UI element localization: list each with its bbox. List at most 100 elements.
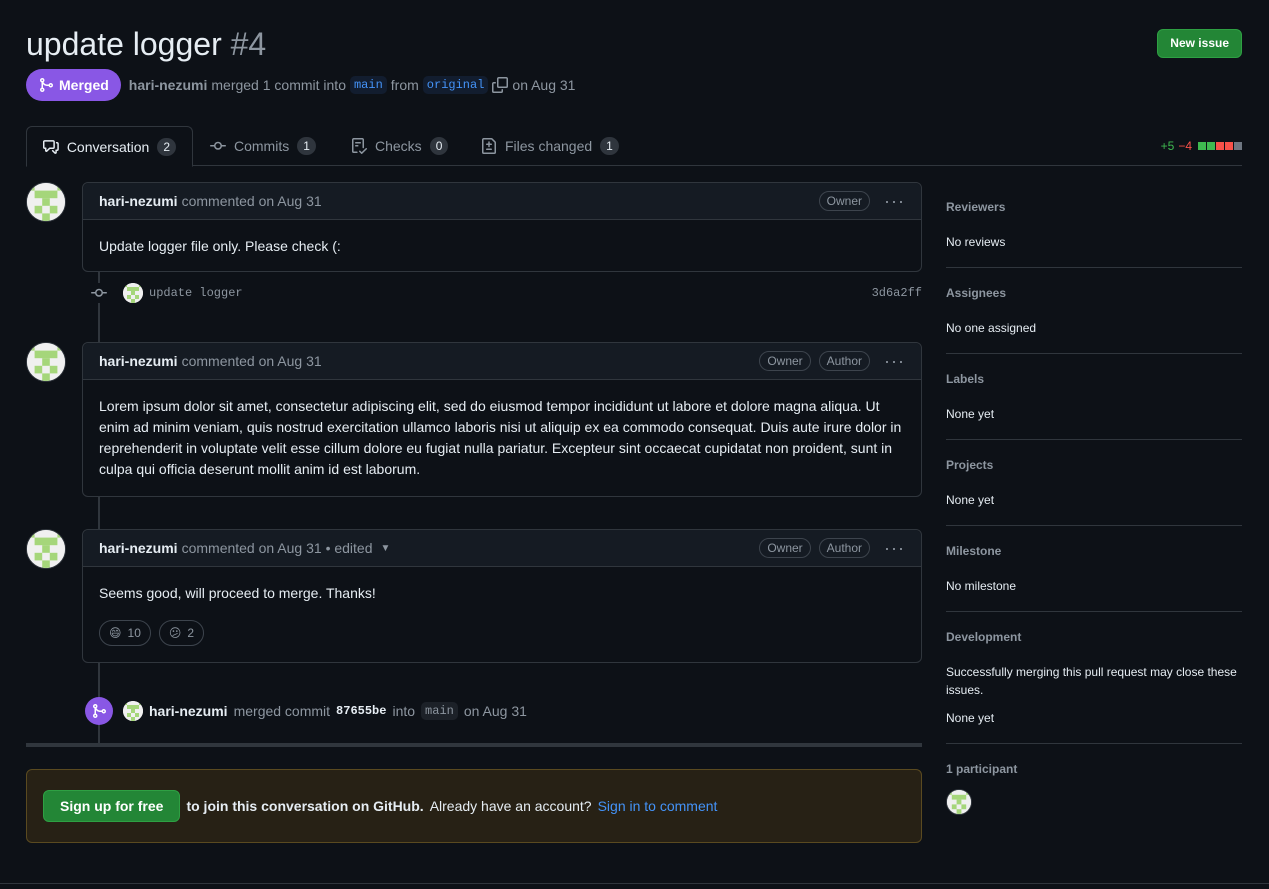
merge-summary: hari-nezumi merged 1 commit into main fr… <box>129 76 576 94</box>
new-issue-button[interactable]: New issue <box>1157 29 1242 58</box>
avatar[interactable] <box>123 283 143 303</box>
sidebar-participants: 1 participant <box>946 744 1242 831</box>
diffstat-blocks <box>1198 142 1242 150</box>
git-merge-icon <box>85 697 113 725</box>
copy-icon[interactable] <box>492 77 509 93</box>
sidebar-value: None yet <box>946 407 995 421</box>
sign-up-button[interactable]: Sign up for free <box>43 790 181 822</box>
merge-sha[interactable]: 87655be <box>336 704 386 718</box>
sidebar-title[interactable]: Labels <box>946 372 1242 387</box>
commit-message[interactable]: update logger <box>149 286 243 300</box>
diffstat-block <box>1207 142 1215 150</box>
tab-files-changed[interactable]: Files changed 1 <box>465 126 635 166</box>
additions-count: +5 <box>1160 139 1175 153</box>
head-branch[interactable]: original <box>422 76 489 94</box>
kebab-menu-icon[interactable]: ··· <box>884 539 905 557</box>
sidebar-projects: Projects None yet <box>946 440 1242 526</box>
merge-into-text: into <box>392 703 416 719</box>
diffstat: +5 −4 <box>1161 139 1242 153</box>
comment-author[interactable]: hari-nezumi <box>99 353 178 369</box>
file-diff-icon <box>482 138 496 154</box>
tab-label: Files changed <box>505 138 593 154</box>
reactions: 😄 10 😕 2 <box>83 620 921 662</box>
identicon-icon <box>123 701 143 721</box>
sidebar-assignees: Assignees No one assigned <box>946 268 1242 354</box>
reaction-smile[interactable]: 😄 10 <box>99 620 151 646</box>
sidebar-title[interactable]: Projects <box>946 458 1242 473</box>
comment: hari-nezumi commented on Aug 31 Owner ··… <box>82 182 922 272</box>
diffstat-block <box>1216 142 1224 150</box>
sidebar-title[interactable]: Reviewers <box>946 200 1242 215</box>
pr-meta: Merged hari-nezumi merged 1 commit into … <box>26 69 575 101</box>
comment: hari-nezumi commented on Aug 31 Owner Au… <box>82 342 922 497</box>
tab-label: Commits <box>234 138 290 154</box>
tab-label: Conversation <box>66 138 150 155</box>
comment-meta[interactable]: commented on Aug 31 • edited <box>182 540 373 556</box>
identicon-icon <box>947 790 971 814</box>
commit-sha[interactable]: 3d6a2ff <box>872 286 922 300</box>
reaction-count: 10 <box>127 626 141 640</box>
comment-meta[interactable]: commented on Aug 31 <box>182 353 322 369</box>
sidebar-value: Successfully merging this pull request m… <box>946 665 1237 697</box>
triangle-down-icon[interactable]: ▼ <box>381 543 391 554</box>
tab-counter: 1 <box>297 137 316 155</box>
identicon-icon <box>27 530 65 568</box>
sidebar-value: None yet <box>946 711 995 725</box>
sidebar-title[interactable]: Development <box>946 630 1242 645</box>
base-branch[interactable]: main <box>349 76 387 94</box>
reaction-confused[interactable]: 😕 2 <box>158 620 205 646</box>
avatar[interactable] <box>26 529 66 569</box>
merge-date[interactable]: on Aug 31 <box>464 703 527 719</box>
timeline-end-divider <box>26 743 922 747</box>
smile-emoji-icon: 😄 <box>109 626 122 640</box>
merge-text: merged commit <box>233 703 331 719</box>
participant-avatar[interactable] <box>946 789 972 815</box>
sidebar-milestone: Milestone No milestone <box>946 526 1242 612</box>
comment-meta[interactable]: commented on Aug 31 <box>182 193 322 209</box>
comment-body: Update logger file only. Please check (: <box>99 238 341 254</box>
owner-badge: Owner <box>759 351 811 371</box>
comment-author[interactable]: hari-nezumi <box>99 540 178 556</box>
author-badge: Author <box>818 351 871 371</box>
sidebar-title[interactable]: Assignees <box>946 286 1242 301</box>
author-badge: Author <box>818 538 871 558</box>
signup-text: Already have an account? <box>429 798 592 814</box>
sign-in-link[interactable]: Sign in to comment <box>598 798 718 814</box>
reaction-count: 2 <box>187 626 195 640</box>
diffstat-block <box>1225 142 1233 150</box>
identicon-icon <box>27 343 65 381</box>
merge-branch[interactable]: main <box>421 702 458 720</box>
owner-badge: Owner <box>818 191 871 211</box>
tab-commits[interactable]: Commits 1 <box>194 126 332 166</box>
signup-bold-text: to join this conversation on GitHub. <box>186 798 424 814</box>
git-commit-icon <box>89 283 109 303</box>
comment-header: hari-nezumi commented on Aug 31 • edited… <box>83 530 921 567</box>
sidebar-value: None yet <box>946 493 995 507</box>
state-label: Merged <box>59 77 109 93</box>
footer-divider <box>0 883 1269 884</box>
comment-header: hari-nezumi commented on Aug 31 Owner Au… <box>83 343 921 380</box>
sidebar-development: Development Successfully merging this pu… <box>946 612 1242 744</box>
header: update logger #4 New issue <box>26 24 1242 64</box>
kebab-menu-icon[interactable]: ··· <box>884 192 905 210</box>
comment: hari-nezumi commented on Aug 31 • edited… <box>82 529 922 663</box>
sidebar-title[interactable]: Milestone <box>946 544 1242 559</box>
diffstat-block <box>1234 142 1242 150</box>
merge-date: on Aug 31 <box>512 77 576 93</box>
state-badge: Merged <box>26 69 121 101</box>
comment-author[interactable]: hari-nezumi <box>99 193 178 209</box>
owner-badge: Owner <box>759 538 811 558</box>
author-link[interactable]: hari-nezumi <box>129 77 208 93</box>
sidebar-value: No one assigned <box>946 321 1037 335</box>
merge-event: hari-nezumi merged commit 87655be into m… <box>85 696 527 726</box>
deletions-count: −4 <box>1178 139 1192 153</box>
diffstat-block <box>1198 142 1206 150</box>
kebab-menu-icon[interactable]: ··· <box>884 352 905 370</box>
avatar[interactable] <box>26 342 66 382</box>
avatar[interactable] <box>123 701 143 721</box>
merge-author[interactable]: hari-nezumi <box>149 703 228 719</box>
tab-conversation[interactable]: Conversation 2 <box>26 126 193 167</box>
git-merge-icon <box>40 78 54 92</box>
tab-checks[interactable]: Checks 0 <box>335 126 464 166</box>
avatar[interactable] <box>26 182 66 222</box>
